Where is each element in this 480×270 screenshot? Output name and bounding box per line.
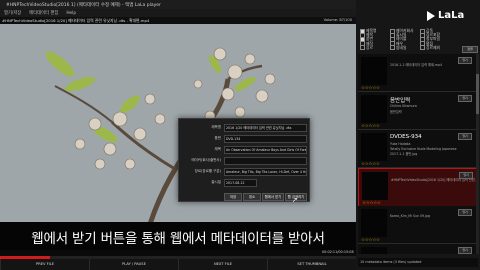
open-item-button[interactable]: 열기 <box>458 95 472 102</box>
sort-button[interactable]: 정렬 <box>462 46 478 53</box>
genre-field[interactable]: Amateur, Big Tits, Big Tits Lover, Hi-De… <box>224 168 307 176</box>
playlist-item[interactable]: ☆☆☆☆☆열기 <box>358 244 476 254</box>
checkbox-icon[interactable] <box>390 45 395 51</box>
checkbox-icon[interactable] <box>360 45 365 51</box>
playlist-item[interactable]: ☆☆☆☆☆ 음반입력 Chihiro Kitamura 음반입력 열기 <box>358 92 476 130</box>
subtitle-text: 웹에서 받기 버튼을 통해 웹에서 메타데이터를 받아서 <box>31 231 325 247</box>
video-frame[interactable]: 제목명 2016 1/20 메타데이터 입력 관련 유닛지닝 .dts 품번 D… <box>0 24 356 224</box>
checkbox-label: 썸네일 <box>396 44 407 50</box>
field-label: 메이커(회사/출판사) <box>191 158 221 162</box>
field-row-filename: 제목명 2016 1/20 메타데이터 입력 관련 유닛지닝 .dts <box>179 123 309 132</box>
thumbnail <box>362 172 388 200</box>
filter-checkbox[interactable]: 장르제외 <box>420 45 440 51</box>
playlist-item[interactable]: ☆☆☆☆☆ Korea_Kim_Mi Sun 09.jpg 열기 <box>358 206 476 244</box>
field-label: 장르(장르를 구분) <box>194 169 221 173</box>
playback-controls: PREV FILE PLAY / PAUSE NEXT FILE SET THU… <box>0 259 356 270</box>
release-date-field[interactable]: 2017-08-12 <box>224 179 257 187</box>
checkbox-label: 장르 <box>366 44 373 50</box>
field-row-maker: 메이커(회사/출판사) <box>179 156 309 165</box>
playback-time: 00:02:11/00:15:08 <box>322 250 354 254</box>
menu-help[interactable]: Help <box>66 11 76 16</box>
title-field[interactable]: An Observation Of Amateur Boys And Girls… <box>224 146 307 154</box>
open-item-button[interactable]: 열기 <box>458 247 472 254</box>
filter-checkboxes: 제목명 제목 품번 제작 장르 메이커회사 출시일 레이블 배우 썸네일 감독 장르포함 청부파일 평점 장… <box>360 28 476 51</box>
filter-checkbox[interactable]: 썸네일 <box>390 45 406 51</box>
set-thumbnail-button[interactable]: SET THUMBNAIL <box>267 259 356 270</box>
metadata-dialog: 제목명 2016 1/20 메타데이터 입력 관련 유닛지닝 .dts 품번 D… <box>178 118 310 204</box>
mouse-cursor-icon: ➚ <box>292 196 298 204</box>
field-label: 제목 <box>214 147 221 151</box>
menu-bar: 열기/저장 메타데이터 편집 Help <box>0 9 360 17</box>
app-logo: LaLa <box>438 10 465 21</box>
rating-stars[interactable]: ☆☆☆☆☆ <box>361 86 380 91</box>
playlist-item[interactable]: ☆☆☆☆☆ 2016-1-1 메타데이터 입력 예제.mp4 열기 <box>358 54 476 92</box>
prev-file-button[interactable]: PREV FILE <box>0 259 89 270</box>
playlist-panel: LaLa 제목명 제목 품번 제작 장르 메이커회사 출시일 레이블 배우 썸네일 감독 장르포함 청부… <box>356 0 480 270</box>
open-item-button[interactable]: 열기 <box>458 57 472 64</box>
next-file-button[interactable]: NEXT FILE <box>178 259 267 270</box>
play-logo-icon <box>427 11 435 21</box>
thumbnail <box>361 247 387 254</box>
open-item-button[interactable]: 열기 <box>459 172 473 179</box>
field-row-genre: 장르(장르를 구분) Amateur, Big Tits, Big Tits L… <box>179 167 309 176</box>
open-item-button[interactable]: 열기 <box>458 133 472 140</box>
window-title: #HNPTechVideoStudio[2016 1] (메타데이터 수정 예제… <box>6 2 161 8</box>
field-label: 품번 <box>214 136 221 140</box>
rating-stars[interactable]: ☆☆☆☆☆ <box>361 124 380 129</box>
menu-open-save[interactable]: 열기/저장 <box>4 10 21 16</box>
menu-metadata-edit[interactable]: 메타데이터 편집 <box>29 10 58 16</box>
thumbnail <box>361 209 387 237</box>
checkbox-label: 장르제외 <box>426 44 440 50</box>
field-label: 제목명 <box>211 125 221 129</box>
item-detail: 음반입력 <box>390 109 402 114</box>
rating-stars[interactable]: ☆☆☆☆☆ <box>361 162 380 167</box>
app-window: #HNPTechVideoStudio[2016 1] (메타데이터 수정 예제… <box>0 0 480 270</box>
field-label: 출시일 <box>211 180 221 184</box>
thumbnail <box>361 133 387 161</box>
item-title: 음반입력 <box>390 98 411 104</box>
thumbnail <box>361 95 387 123</box>
item-detail: 2017-1-1 음반.jpg <box>390 152 418 156</box>
filter-checkbox[interactable]: 장르 <box>360 45 373 51</box>
item-detail: Korea_Kim_Mi Sun 09.jpg <box>390 214 431 218</box>
maker-field[interactable] <box>224 157 307 165</box>
cancel-button[interactable]: 취소 <box>243 193 261 201</box>
playlist-item[interactable]: ☆☆☆☆☆ DVDES-934 Yuka Hodaka Totally Exclusi… <box>358 130 476 168</box>
fetch-from-web-button[interactable]: 웹에서 받기 <box>262 193 284 201</box>
field-row-title: 제목 An Observation Of Amateur Boys And Gi… <box>179 145 309 154</box>
playlist-item[interactable]: ☆☆☆☆☆ #HNPTechVideoStudio[2016 1/20] 메타데이… <box>358 168 476 207</box>
field-row-release-date: 출시일 2017-08-12 <box>179 178 309 187</box>
play-pause-button[interactable]: PLAY / PAUSE <box>89 259 178 270</box>
file-path-bar: #HNPTechVideoStudio[2016 1/20] 메타데이터 입력 … <box>0 17 356 24</box>
item-detail: Chihiro Kitamura <box>390 104 417 108</box>
product-code-field[interactable]: DVD-134 <box>224 135 307 143</box>
item-title: DVDES-934 <box>390 134 422 140</box>
status-bar: 10 metadata items (3 files) updated <box>358 258 478 267</box>
playlist: ☆☆☆☆☆ 2016-1-1 메타데이터 입력 예제.mp4 열기 ☆☆☆☆☆ 음반입력… <box>358 54 476 254</box>
checkbox-icon[interactable] <box>420 45 425 51</box>
subtitle-area: 웹에서 받기 버튼을 통해 웹에서 메타데이터를 받아서 <box>0 222 356 250</box>
playlist-scrollbar[interactable] <box>476 54 479 254</box>
field-row-product-code: 품번 DVD-134 <box>179 134 309 143</box>
item-detail: Yuka Hodaka <box>390 142 411 146</box>
rating-stars[interactable]: ☆☆☆☆☆ <box>361 238 380 243</box>
volume-readout: Volume: 87/100 <box>323 18 352 22</box>
item-detail: 2016-1-1 메타데이터 입력 예제.mp4 <box>390 63 443 67</box>
save-button[interactable]: 저장 <box>224 193 242 201</box>
open-item-button[interactable]: 열기 <box>458 209 472 216</box>
scrollbar-thumb[interactable] <box>476 74 479 114</box>
thumbnail <box>361 57 387 85</box>
filename-field[interactable]: 2016 1/20 메타데이터 입력 관련 유닛지닝 .dts <box>224 124 307 132</box>
item-detail: Totally Exclusive Nude Modeling Japanese <box>390 146 457 151</box>
